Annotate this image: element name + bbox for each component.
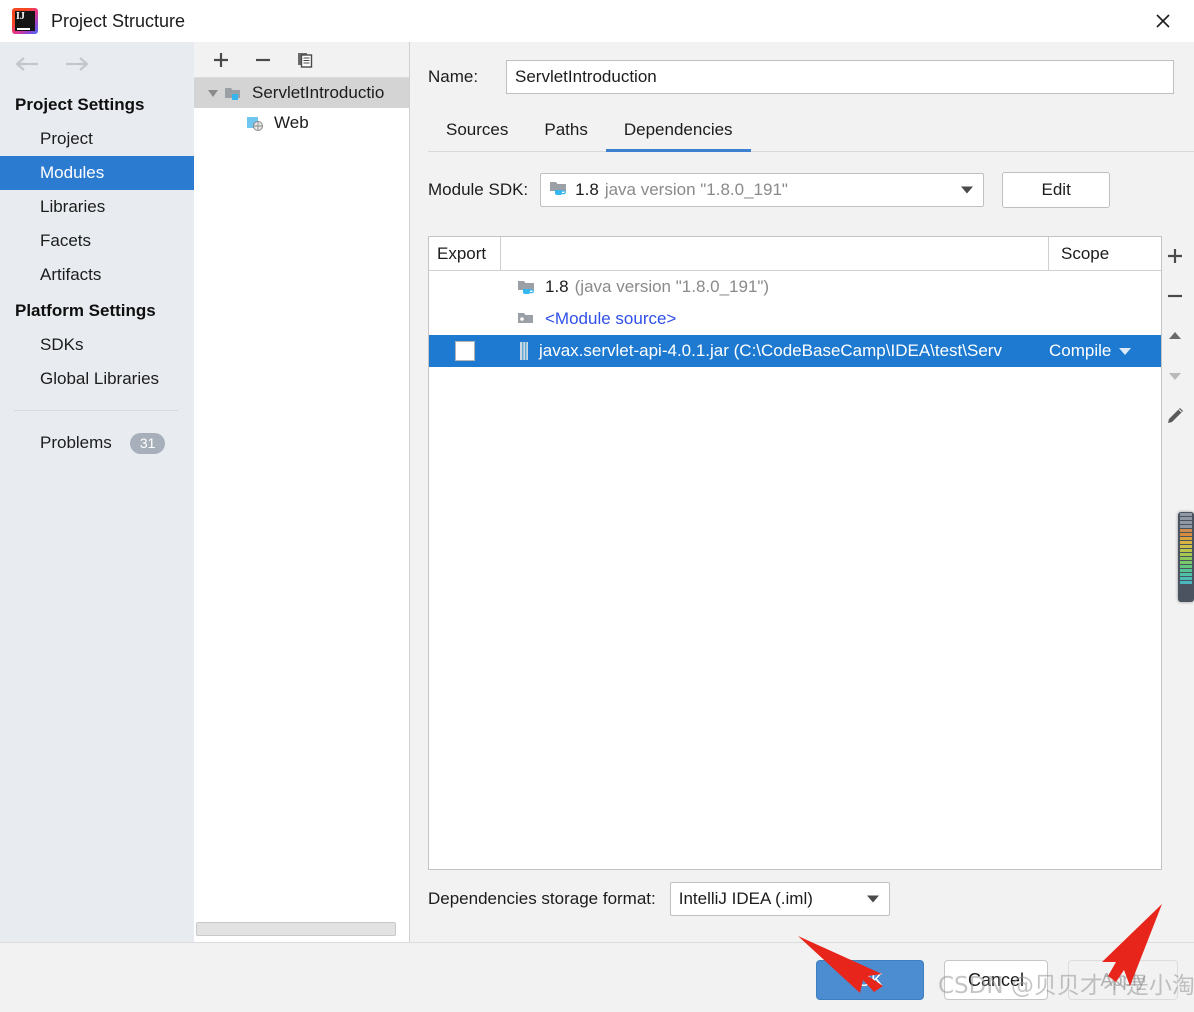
dependency-name: javax.servlet-api-4.0.1.jar (C:\CodeBase… bbox=[539, 341, 1002, 360]
java-sdk-icon bbox=[517, 279, 537, 295]
dependency-name-cell: javax.servlet-api-4.0.1.jar (C:\CodeBase… bbox=[501, 341, 1049, 361]
copy-icon[interactable] bbox=[294, 49, 316, 71]
arrow-left-icon[interactable] bbox=[12, 53, 42, 75]
table-header: Export Scope bbox=[429, 237, 1161, 271]
add-dependency-button[interactable] bbox=[1158, 236, 1192, 276]
java-sdk-icon bbox=[549, 180, 569, 201]
column-header-export[interactable]: Export bbox=[429, 237, 501, 270]
dependencies-table: Export Scope 1.8 (java version "1.8.0_19… bbox=[428, 236, 1162, 870]
chevron-down-icon[interactable] bbox=[866, 895, 879, 903]
export-checkbox-cell[interactable] bbox=[429, 341, 501, 361]
sidebar-item-libraries[interactable]: Libraries bbox=[0, 190, 194, 224]
minus-icon[interactable] bbox=[252, 49, 274, 71]
module-source-icon bbox=[517, 311, 537, 327]
chevron-down-icon[interactable] bbox=[1119, 347, 1132, 355]
sidebar-divider bbox=[14, 410, 178, 411]
apply-button[interactable]: Apply bbox=[1068, 960, 1178, 1000]
tab-dependencies[interactable]: Dependencies bbox=[605, 114, 751, 152]
tab-paths[interactable]: Paths bbox=[526, 114, 605, 152]
dependency-name-cell: 1.8 (java version "1.8.0_191") bbox=[501, 277, 1049, 297]
dependency-detail: (java version "1.8.0_191") bbox=[574, 277, 770, 296]
module-sdk-version: 1.8 bbox=[575, 180, 599, 199]
tab-sources[interactable]: Sources bbox=[428, 114, 526, 152]
close-icon[interactable] bbox=[1132, 0, 1194, 42]
sidebar-item-label: Problems bbox=[40, 433, 112, 452]
module-tree-panel: ServletIntroductio Web bbox=[194, 42, 410, 942]
table-row[interactable]: <Module source> bbox=[429, 303, 1161, 335]
column-header-scope[interactable]: Scope bbox=[1049, 237, 1161, 270]
tree-node-label: ServletIntroductio bbox=[252, 83, 385, 102]
sidebar-item-global-libraries[interactable]: Global Libraries bbox=[0, 362, 194, 396]
sidebar-item-problems[interactable]: Problems 31 bbox=[0, 425, 194, 461]
chevron-down-icon[interactable] bbox=[202, 86, 224, 100]
dependency-name: <Module source> bbox=[545, 309, 677, 328]
problems-count-badge: 31 bbox=[129, 432, 166, 454]
module-tree: ServletIntroductio Web bbox=[194, 78, 409, 940]
move-up-button[interactable] bbox=[1158, 316, 1192, 356]
sidebar-nav-arrows bbox=[0, 42, 194, 86]
table-row[interactable]: 1.8 (java version "1.8.0_191") bbox=[429, 271, 1161, 303]
remove-dependency-button[interactable] bbox=[1158, 276, 1192, 316]
module-folder-icon bbox=[224, 85, 246, 101]
sidebar-item-artifacts[interactable]: Artifacts bbox=[0, 258, 194, 292]
cancel-button[interactable]: Cancel bbox=[944, 960, 1048, 1000]
settings-sidebar: Project Settings Project Modules Librari… bbox=[0, 42, 194, 942]
export-checkbox[interactable] bbox=[455, 341, 475, 361]
chevron-down-icon[interactable] bbox=[961, 186, 974, 194]
plus-icon[interactable] bbox=[210, 49, 232, 71]
editor-minimap-scrollbar[interactable] bbox=[1178, 512, 1194, 602]
module-name-label: Name: bbox=[428, 67, 479, 86]
module-sdk-row: Module SDK: 1.8 java version "1.8.0_191"… bbox=[410, 152, 1194, 208]
jar-file-icon bbox=[517, 342, 531, 360]
module-editor-tabs: Sources Paths Dependencies bbox=[428, 114, 1194, 152]
module-sdk-label: Module SDK: bbox=[428, 180, 529, 199]
module-name-input[interactable] bbox=[506, 60, 1174, 94]
module-tree-toolbar bbox=[194, 42, 409, 78]
tree-node-label: Web bbox=[274, 113, 309, 132]
scope-cell[interactable]: Compile bbox=[1049, 341, 1161, 361]
sidebar-group-project-settings: Project Settings bbox=[15, 95, 145, 114]
dependency-name-cell: <Module source> bbox=[501, 309, 1049, 329]
module-sdk-dropdown[interactable]: 1.8 java version "1.8.0_191" bbox=[540, 173, 985, 207]
sidebar-item-facets[interactable]: Facets bbox=[0, 224, 194, 258]
column-header-name[interactable] bbox=[501, 237, 1049, 270]
storage-format-label: Dependencies storage format: bbox=[428, 889, 656, 908]
dependencies-storage-format-row: Dependencies storage format: IntelliJ ID… bbox=[428, 882, 890, 916]
sidebar-item-project[interactable]: Project bbox=[0, 122, 194, 156]
module-name-row: Name: bbox=[410, 42, 1194, 94]
arrow-right-icon[interactable] bbox=[62, 53, 92, 75]
scope-value: Compile bbox=[1049, 341, 1112, 360]
title-bar: IJ Project Structure bbox=[0, 0, 1194, 42]
storage-format-dropdown[interactable]: IntelliJ IDEA (.iml) bbox=[669, 882, 890, 916]
edit-sdk-button[interactable]: Edit bbox=[1002, 172, 1111, 208]
dependency-name: 1.8 bbox=[545, 277, 569, 296]
sidebar-item-modules[interactable]: Modules bbox=[0, 156, 194, 190]
intellij-idea-logo-icon: IJ bbox=[12, 8, 38, 34]
module-editor-pane: Name: Sources Paths Dependencies Module … bbox=[410, 42, 1194, 942]
ok-button[interactable]: OK bbox=[816, 960, 924, 1000]
sidebar-group-platform-settings: Platform Settings bbox=[15, 301, 156, 320]
tree-node-module[interactable]: ServletIntroductio bbox=[194, 78, 409, 108]
tree-node-web-facet[interactable]: Web bbox=[194, 108, 409, 138]
web-facet-icon bbox=[246, 115, 268, 131]
project-structure-dialog: IJ Project Structure Project Settings Pr… bbox=[0, 0, 1194, 1012]
module-sdk-description: java version "1.8.0_191" bbox=[604, 180, 788, 199]
sidebar-item-sdks[interactable]: SDKs bbox=[0, 328, 194, 362]
storage-format-value: IntelliJ IDEA (.iml) bbox=[678, 889, 813, 908]
move-down-button[interactable] bbox=[1158, 356, 1192, 396]
edit-dependency-button[interactable] bbox=[1158, 396, 1192, 436]
table-row[interactable]: javax.servlet-api-4.0.1.jar (C:\CodeBase… bbox=[429, 335, 1161, 367]
window-title: Project Structure bbox=[51, 10, 186, 31]
tree-horizontal-scrollbar[interactable] bbox=[196, 922, 396, 936]
